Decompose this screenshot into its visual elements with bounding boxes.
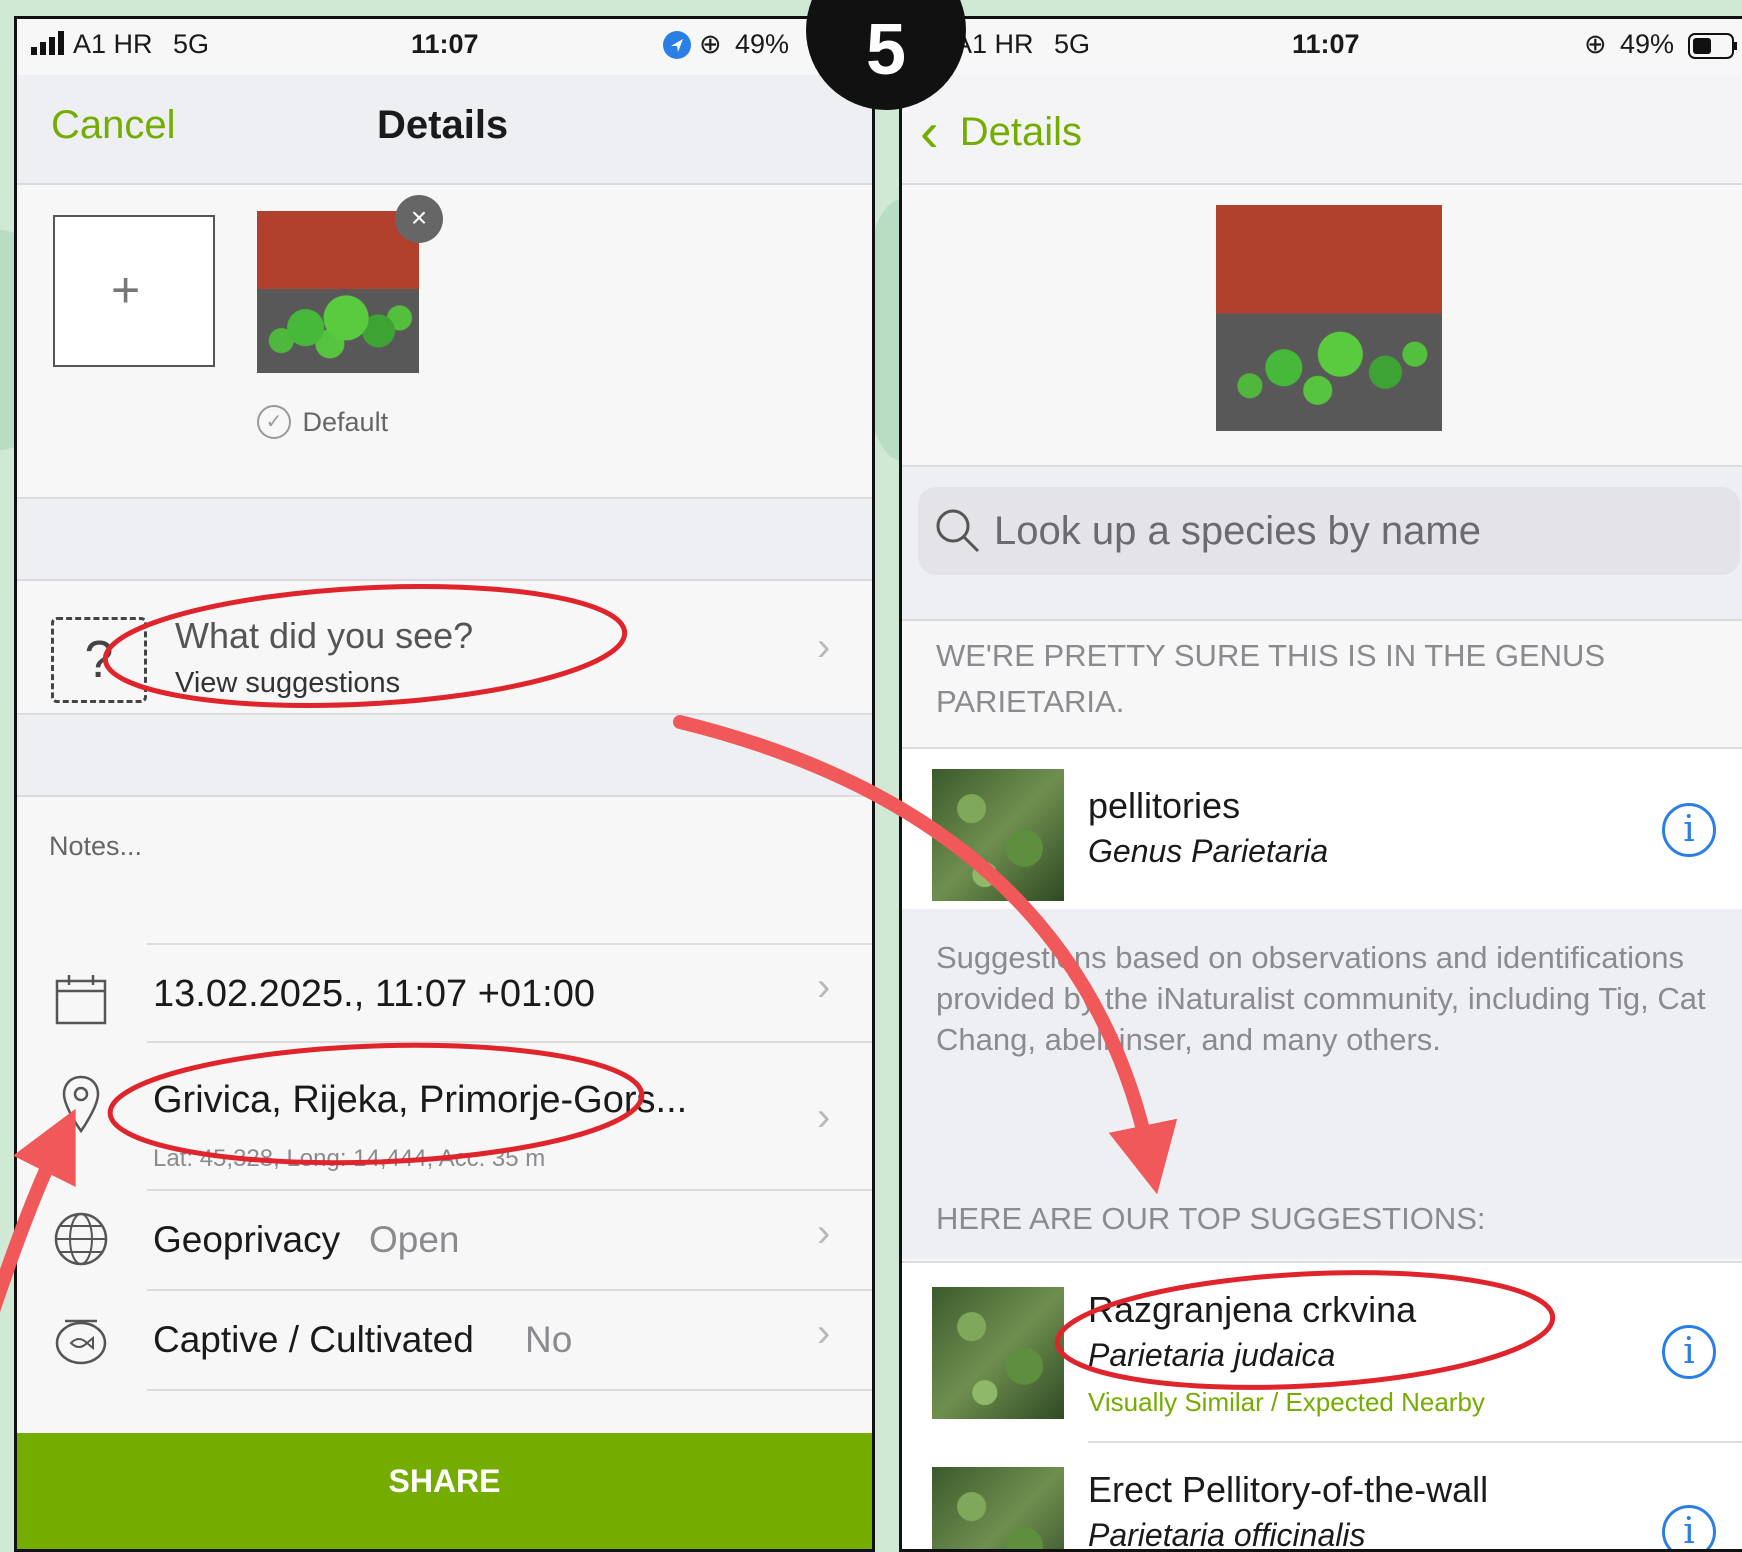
- captive-row[interactable]: Captive / Cultivated No ›: [17, 1291, 872, 1387]
- network-label: 5G: [1054, 29, 1091, 59]
- share-button-label: SHARE: [388, 1463, 501, 1499]
- location-row[interactable]: Grivica, Rijeka, Primorje-Gors... Lat: 4…: [17, 1043, 872, 1187]
- close-icon: ×: [410, 202, 428, 233]
- chevron-right-icon: ›: [817, 1211, 831, 1255]
- section-separator: [17, 713, 872, 797]
- search-section: Look up a species by name WE'RE PRETTY S…: [902, 465, 1742, 719]
- suggestion-common-name: Razgranjena crkvina: [1088, 1289, 1417, 1330]
- back-button-label: Details: [959, 110, 1083, 154]
- species-thumbnail: [932, 769, 1064, 901]
- observation-photo[interactable]: [257, 211, 419, 373]
- genus-common-name: pellitories: [1088, 785, 1241, 826]
- info-icon[interactable]: i: [1662, 1505, 1716, 1549]
- location-name: Grivica, Rijeka, Primorje-Gors...: [153, 1079, 688, 1121]
- genus-header: WE'RE PRETTY SURE THIS IS IN THE GENUS P…: [936, 638, 1606, 719]
- plus-icon: +: [111, 262, 141, 318]
- default-photo-check[interactable]: ✓ Default: [257, 405, 388, 439]
- carrier-label: A1 HR: [73, 29, 153, 59]
- check-circle-icon: ✓: [257, 405, 291, 439]
- suggestion-common-name: Erect Pellitory-of-the-wall: [1088, 1469, 1489, 1510]
- species-thumbnail: [932, 1287, 1064, 1419]
- divider: [147, 1389, 872, 1391]
- orientation-lock-icon: ⊕: [1584, 29, 1607, 59]
- species-thumbnail: [932, 1467, 1064, 1549]
- location-coords: Lat: 45,328, Long: 14,444, Acc: 35 m: [153, 1145, 546, 1172]
- signal-icon: [31, 31, 67, 62]
- battery-percent: 49%: [1620, 29, 1675, 59]
- search-placeholder: Look up a species by name: [994, 509, 1481, 553]
- observation-details-screen: A1 HR 5G 11:07 ⊕ 49% Cancel Details + × …: [14, 16, 875, 1552]
- clock: 11:07: [1292, 29, 1360, 59]
- location-arrow-icon: [663, 31, 691, 66]
- remove-photo-button[interactable]: ×: [395, 195, 443, 243]
- chevron-right-icon: ›: [817, 625, 831, 669]
- species-suggestions-screen: A1 HR 5G 11:07 ⊕ 49% ‹ Details Look up a…: [899, 16, 1742, 1552]
- map-pin-icon: [61, 1075, 101, 1140]
- share-button[interactable]: SHARE: [17, 1433, 872, 1549]
- suggestion-row[interactable]: Razgranjena crkvina Parietaria judaica V…: [902, 1261, 1742, 1443]
- date-row[interactable]: 13.02.2025., 11:07 +01:00 ›: [17, 945, 872, 1041]
- info-icon[interactable]: i: [1662, 803, 1716, 857]
- suggestion-row[interactable]: Erect Pellitory-of-the-wall Parietaria o…: [902, 1443, 1742, 1552]
- suggestion-tag: Visually Similar / Expected Nearby: [1088, 1387, 1485, 1417]
- top-suggestions-section: HERE ARE OUR TOP SUGGESTIONS:: [902, 1059, 1742, 1259]
- chevron-right-icon: ›: [817, 1095, 831, 1139]
- identify-row[interactable]: ? What did you see? View suggestions ›: [17, 579, 872, 711]
- question-mark-icon: ?: [51, 617, 147, 703]
- carrier-label: A1 HR: [954, 29, 1034, 59]
- suggestions-disclaimer: Suggestions based on observations and id…: [936, 940, 1706, 1057]
- section-separator: [17, 497, 872, 581]
- search-input[interactable]: Look up a species by name: [918, 487, 1740, 575]
- chevron-left-icon: ‹: [920, 100, 939, 163]
- captive-label: Captive / Cultivated: [153, 1319, 474, 1360]
- geoprivacy-label: Geoprivacy: [153, 1219, 341, 1260]
- cancel-button[interactable]: Cancel: [51, 103, 176, 148]
- info-icon[interactable]: i: [1662, 1325, 1716, 1379]
- geoprivacy-row[interactable]: Geoprivacy Open ›: [17, 1191, 872, 1287]
- chevron-right-icon: ›: [817, 965, 831, 1009]
- calendar-icon: [55, 973, 107, 1030]
- observation-photo: [1216, 205, 1442, 431]
- globe-icon: [53, 1211, 109, 1272]
- genus-result-row[interactable]: pellitories Genus Parietaria i: [902, 747, 1742, 911]
- top-suggestions-header: HERE ARE OUR TOP SUGGESTIONS:: [936, 1201, 1486, 1236]
- status-bar: A1 HR 5G 11:07 ⊕ 49%: [17, 19, 872, 75]
- nav-bar: ‹ Details: [902, 75, 1742, 185]
- battery-percent: 49%: [735, 29, 790, 59]
- identify-subtitle: View suggestions: [175, 667, 401, 699]
- notes-input[interactable]: Notes...: [49, 831, 142, 862]
- network-label: 5G: [173, 29, 210, 59]
- date-value: 13.02.2025., 11:07 +01:00: [153, 973, 595, 1015]
- default-label: Default: [302, 406, 389, 437]
- fishbowl-icon: [53, 1311, 109, 1372]
- status-bar: A1 HR 5G 11:07 ⊕ 49%: [902, 19, 1742, 75]
- chevron-right-icon: ›: [817, 1311, 831, 1355]
- geoprivacy-value: Open: [369, 1219, 460, 1260]
- captive-value: No: [525, 1319, 573, 1360]
- step-number: 5: [865, 10, 907, 90]
- battery-icon: [1688, 33, 1738, 66]
- add-photo-button[interactable]: +: [53, 215, 215, 367]
- identify-title: What did you see?: [175, 615, 474, 656]
- back-button[interactable]: ‹ Details: [920, 99, 1082, 164]
- orientation-lock-icon: ⊕: [699, 29, 722, 59]
- clock: 11:07: [411, 29, 479, 59]
- suggestion-scientific-name: Parietaria judaica: [1088, 1337, 1336, 1373]
- disclaimer-section: Suggestions based on observations and id…: [902, 909, 1742, 1059]
- genus-scientific-name: Genus Parietaria: [1088, 833, 1329, 869]
- page-title: Details: [377, 103, 509, 147]
- search-icon: [934, 507, 980, 558]
- nav-bar: Cancel Details: [17, 75, 872, 185]
- suggestion-scientific-name: Parietaria officinalis: [1088, 1517, 1366, 1552]
